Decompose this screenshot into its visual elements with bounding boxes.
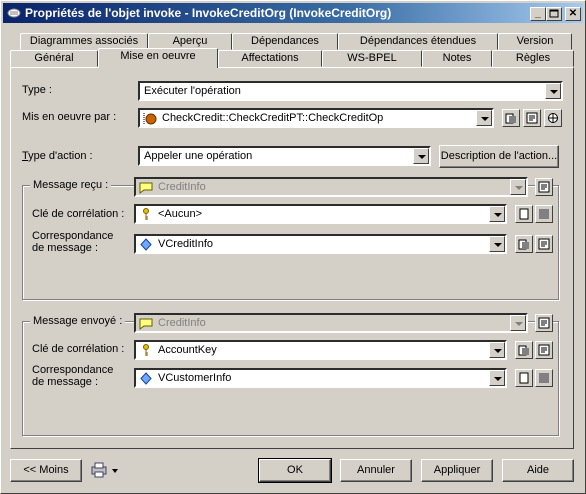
properties-icon[interactable] xyxy=(535,235,553,253)
received-mapping-label-1: Correspondance xyxy=(32,230,114,242)
ok-button[interactable]: OK xyxy=(258,458,332,483)
sent-message-value: CreditInfo xyxy=(158,317,206,329)
sent-mapping-label-2: de message : xyxy=(32,376,99,388)
properties-icon[interactable] xyxy=(523,109,541,127)
tab-affectations[interactable]: Affectations xyxy=(218,50,322,67)
sent-mapping-combo[interactable]: VCustomerInfo xyxy=(134,368,507,388)
tab-mise-en-oeuvre[interactable]: Mise en oeuvre xyxy=(98,48,218,68)
help-button[interactable]: Aide xyxy=(502,459,574,482)
close-button[interactable]: ✕ xyxy=(565,7,581,21)
sent-group-title: Message envoyé : xyxy=(30,315,126,327)
type-value: Exécuter l'opération xyxy=(144,85,241,97)
create-icon[interactable] xyxy=(515,341,533,359)
action-type-value: Appeler une opération xyxy=(144,150,253,162)
received-correlation-value: <Aucun> xyxy=(158,208,203,220)
impl-value: CheckCredit::CheckCreditPT::CheckCreditO… xyxy=(162,112,384,124)
tab-version[interactable]: Version xyxy=(498,33,572,50)
tab-general[interactable]: Général xyxy=(10,50,98,67)
chevron-down-icon[interactable] xyxy=(489,342,505,358)
properties-icon[interactable] xyxy=(535,205,553,223)
received-correlation-combo[interactable]: <Aucun> xyxy=(134,204,507,224)
sent-correlation-combo[interactable]: AccountKey xyxy=(134,340,507,360)
sent-correlation-label: Clé de corrélation : xyxy=(32,343,125,355)
tab-notes[interactable]: Notes xyxy=(422,50,492,67)
properties-icon[interactable] xyxy=(535,178,553,196)
action-type-combo[interactable]: Appeler une opération xyxy=(138,146,431,166)
tab-dependances[interactable]: Dépendances xyxy=(232,33,338,50)
minimize-button[interactable]: _ xyxy=(530,7,546,21)
sent-correlation-value: AccountKey xyxy=(158,344,217,356)
message-icon xyxy=(139,182,153,194)
received-mapping-combo[interactable]: VCreditInfo xyxy=(134,234,507,254)
properties-icon[interactable] xyxy=(535,341,553,359)
received-mapping-value: VCreditInfo xyxy=(158,238,214,250)
chevron-down-icon[interactable] xyxy=(489,206,505,222)
chevron-down-icon[interactable] xyxy=(545,83,561,99)
impl-combo[interactable]: CheckCredit::CheckCreditPT::CheckCreditO… xyxy=(138,108,494,128)
tab-ws-bpel[interactable]: WS-BPEL xyxy=(322,50,422,67)
invoke-object-icon xyxy=(7,8,21,18)
select-object-icon[interactable] xyxy=(544,109,562,127)
key-icon xyxy=(143,208,149,220)
variable-icon xyxy=(140,238,152,251)
operation-icon xyxy=(143,113,157,125)
maximize-button[interactable] xyxy=(546,7,562,21)
cancel-button[interactable]: Annuler xyxy=(340,459,412,482)
title-bar: Propriétés de l'objet invoke - InvokeCre… xyxy=(3,3,583,23)
create-icon[interactable] xyxy=(515,369,533,387)
key-icon xyxy=(143,344,149,356)
received-correlation-label: Clé de corrélation : xyxy=(32,208,125,220)
chevron-down-icon[interactable] xyxy=(510,315,526,331)
chevron-down-icon[interactable] xyxy=(510,179,526,195)
chevron-down-icon[interactable] xyxy=(489,236,505,252)
sent-mapping-label-1: Correspondance xyxy=(32,364,114,376)
window-title: Propriétés de l'objet invoke - InvokeCre… xyxy=(25,6,392,20)
type-label: Type : xyxy=(22,84,52,96)
create-icon[interactable] xyxy=(515,205,533,223)
tab-regles[interactable]: Règles xyxy=(492,50,574,67)
sent-message-combo[interactable]: CreditInfo xyxy=(134,313,528,333)
received-group-title: Message reçu : xyxy=(30,179,112,191)
printer-icon xyxy=(91,462,118,478)
message-icon xyxy=(139,318,153,330)
type-combo[interactable]: Exécuter l'opération xyxy=(138,81,563,101)
action-type-label: Type d'action : xyxy=(22,150,93,162)
create-icon[interactable] xyxy=(515,235,533,253)
print-menu-button[interactable] xyxy=(90,462,124,480)
apply-button[interactable]: Appliquer xyxy=(421,459,493,482)
received-mapping-label-2: de message : xyxy=(32,242,99,254)
properties-icon[interactable] xyxy=(535,369,553,387)
sent-mapping-value: VCustomerInfo xyxy=(158,372,232,384)
create-icon[interactable] xyxy=(502,109,520,127)
impl-label: Mis en oeuvre par : xyxy=(22,111,117,123)
less-button[interactable]: << Moins xyxy=(10,459,82,482)
variable-icon xyxy=(140,372,152,385)
tab-dependances-etendues[interactable]: Dépendances étendues xyxy=(338,33,498,50)
chevron-down-icon[interactable] xyxy=(476,110,492,126)
chevron-down-icon[interactable] xyxy=(489,370,505,386)
properties-icon[interactable] xyxy=(535,314,553,332)
received-message-value: CreditInfo xyxy=(158,181,206,193)
action-description-button[interactable]: Description de l'action... xyxy=(439,145,559,168)
tabs-back-row: Diagrammes associés Aperçu Dépendances D… xyxy=(10,33,574,50)
received-message-combo[interactable]: CreditInfo xyxy=(134,177,528,197)
chevron-down-icon[interactable] xyxy=(413,148,429,164)
tabs-front-row: Général Mise en oeuvre Affectations WS-B… xyxy=(10,48,574,68)
